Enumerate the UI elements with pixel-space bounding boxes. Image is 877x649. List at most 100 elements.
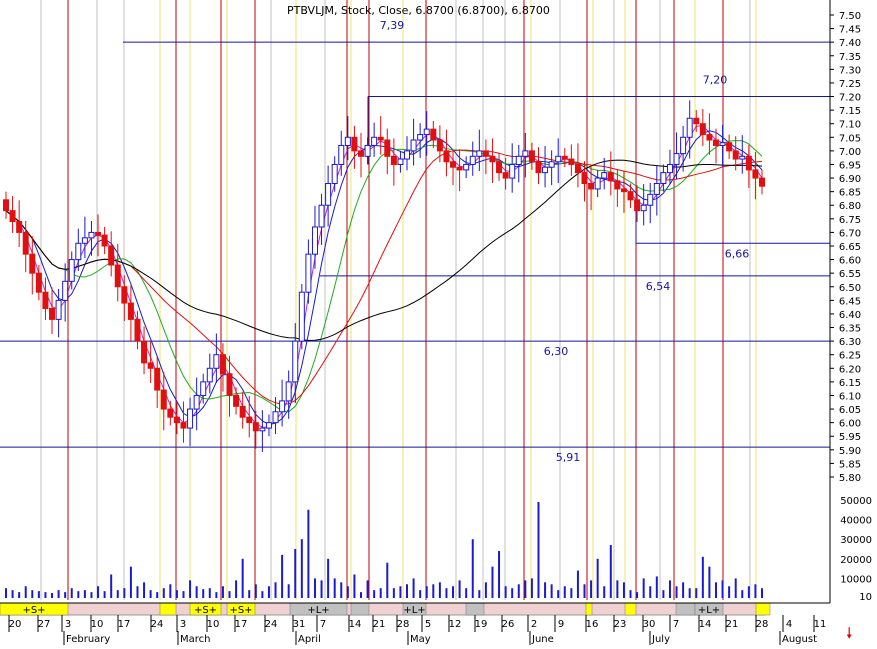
candle-body bbox=[338, 144, 345, 165]
price-tick-label: 5.95 bbox=[839, 432, 861, 443]
candle-body bbox=[759, 177, 765, 187]
x-day-label: 17 bbox=[118, 619, 131, 630]
candle-body bbox=[22, 231, 29, 255]
price-tick-label: 6.30 bbox=[839, 337, 861, 348]
candle-body bbox=[16, 221, 23, 233]
price-tick-label: 6.45 bbox=[839, 296, 861, 307]
candle-body bbox=[726, 142, 733, 152]
candle-body bbox=[226, 373, 233, 396]
candle-body bbox=[607, 172, 614, 182]
x-day-label: 10 bbox=[91, 619, 104, 630]
signal-segment bbox=[585, 602, 593, 616]
candle-body bbox=[246, 416, 253, 424]
price-tick-label: 6.40 bbox=[839, 310, 861, 321]
price-tick-label: 6.85 bbox=[839, 188, 861, 199]
x-month-label: February bbox=[66, 634, 110, 645]
candle-body bbox=[509, 163, 516, 179]
candle-body bbox=[436, 139, 443, 152]
candle-body bbox=[81, 237, 88, 244]
price-tick-label: 7.50 bbox=[839, 11, 861, 22]
x-day-label: 26 bbox=[502, 619, 515, 630]
x-day-label: 9 bbox=[558, 619, 564, 630]
x-day-label: 2 bbox=[531, 619, 537, 630]
candle-body bbox=[614, 180, 621, 190]
candle-body bbox=[29, 253, 36, 274]
signal-label: +S+ bbox=[22, 605, 45, 616]
candle-body bbox=[62, 280, 69, 301]
price-tick-label: 6.65 bbox=[839, 242, 861, 253]
price-tick-label: 6.15 bbox=[839, 378, 861, 389]
candle-body bbox=[404, 150, 411, 160]
signal-bar: +S+ +S+ +S+ +L+ +L+ +L+ bbox=[0, 602, 771, 616]
x-day-label: 19 bbox=[475, 619, 488, 630]
stock-chart: 7,39 7,20 6,66 6,54 6,30 5,91 +S+ +S+ +S+ +L+ +L+… bbox=[0, 0, 877, 645]
candle-body bbox=[752, 169, 759, 179]
x-month-label: May bbox=[410, 634, 431, 645]
price-tick-label: 7.40 bbox=[839, 38, 861, 49]
candle-body bbox=[456, 166, 463, 171]
candle-body bbox=[114, 264, 121, 288]
x-day-label: 14 bbox=[349, 619, 362, 630]
candle-body bbox=[259, 427, 266, 432]
level-label: 6,66 bbox=[725, 247, 750, 260]
candle-body bbox=[594, 177, 601, 190]
x-day-label: 7 bbox=[673, 619, 679, 630]
x-day-label: 14 bbox=[699, 619, 712, 630]
candle-body bbox=[193, 394, 200, 410]
x-day-label: 23 bbox=[614, 619, 627, 630]
candle-body bbox=[206, 367, 213, 383]
candle-body bbox=[344, 136, 351, 146]
signal-label: +L+ bbox=[698, 605, 720, 616]
signal-label: +S+ bbox=[229, 605, 252, 616]
volume-tick-label: 50000 bbox=[840, 496, 872, 507]
candle-body bbox=[417, 134, 424, 141]
candle-body bbox=[154, 367, 161, 391]
price-tick-label: 7.15 bbox=[839, 106, 861, 117]
x-day-label: 11 bbox=[814, 619, 827, 630]
scroll-down-arrow-icon[interactable]: 🠗 bbox=[846, 624, 852, 642]
x-day-label: 21 bbox=[726, 619, 739, 630]
level-label: 7,20 bbox=[703, 74, 728, 87]
price-tick-label: 6.50 bbox=[839, 283, 861, 294]
x-day-label: 31 bbox=[293, 619, 306, 630]
x-month-label: April bbox=[298, 634, 321, 645]
x-day-label: 24 bbox=[151, 619, 164, 630]
candle-body bbox=[127, 302, 134, 320]
x-day-label: 20 bbox=[9, 619, 22, 630]
candle-body bbox=[699, 123, 706, 136]
candle-body bbox=[325, 182, 332, 206]
price-tick-label: 6.75 bbox=[839, 215, 861, 226]
price-tick-label: 7.45 bbox=[839, 25, 861, 36]
level-label: 7,39 bbox=[380, 19, 405, 32]
candle-body bbox=[173, 416, 180, 424]
candle-body bbox=[298, 291, 305, 342]
candle-body bbox=[357, 150, 364, 157]
price-tick-label: 6.25 bbox=[839, 351, 861, 362]
signal-label: +S+ bbox=[194, 605, 217, 616]
x-day-label: 7 bbox=[320, 619, 326, 630]
candle-body bbox=[167, 408, 174, 418]
price-tick-label: 5.90 bbox=[839, 446, 861, 457]
candle-body bbox=[706, 134, 713, 141]
x-day-label: 28 bbox=[397, 619, 410, 630]
signal-segment bbox=[159, 602, 177, 616]
signal-segment bbox=[755, 602, 771, 616]
price-tick-label: 6.60 bbox=[839, 256, 861, 267]
candle-body bbox=[542, 166, 549, 174]
candle-body bbox=[489, 155, 496, 163]
candle-body bbox=[121, 286, 128, 304]
candle-body bbox=[653, 182, 660, 195]
candle-body bbox=[272, 411, 279, 424]
candle-body bbox=[3, 199, 9, 212]
candle-body bbox=[423, 128, 430, 136]
volume-tick-label: 10 bbox=[859, 592, 872, 603]
x-day-label: 21 bbox=[373, 619, 386, 630]
price-tick-label: 6.55 bbox=[839, 269, 861, 280]
candle-body bbox=[68, 259, 75, 282]
x-day-label: 10 bbox=[207, 619, 220, 630]
price-tick-label: 5.85 bbox=[839, 459, 861, 470]
candle-body bbox=[101, 234, 108, 247]
price-tick-label: 6.20 bbox=[839, 364, 861, 375]
x-day-label: 4 bbox=[786, 619, 792, 630]
candle-body bbox=[351, 136, 358, 152]
